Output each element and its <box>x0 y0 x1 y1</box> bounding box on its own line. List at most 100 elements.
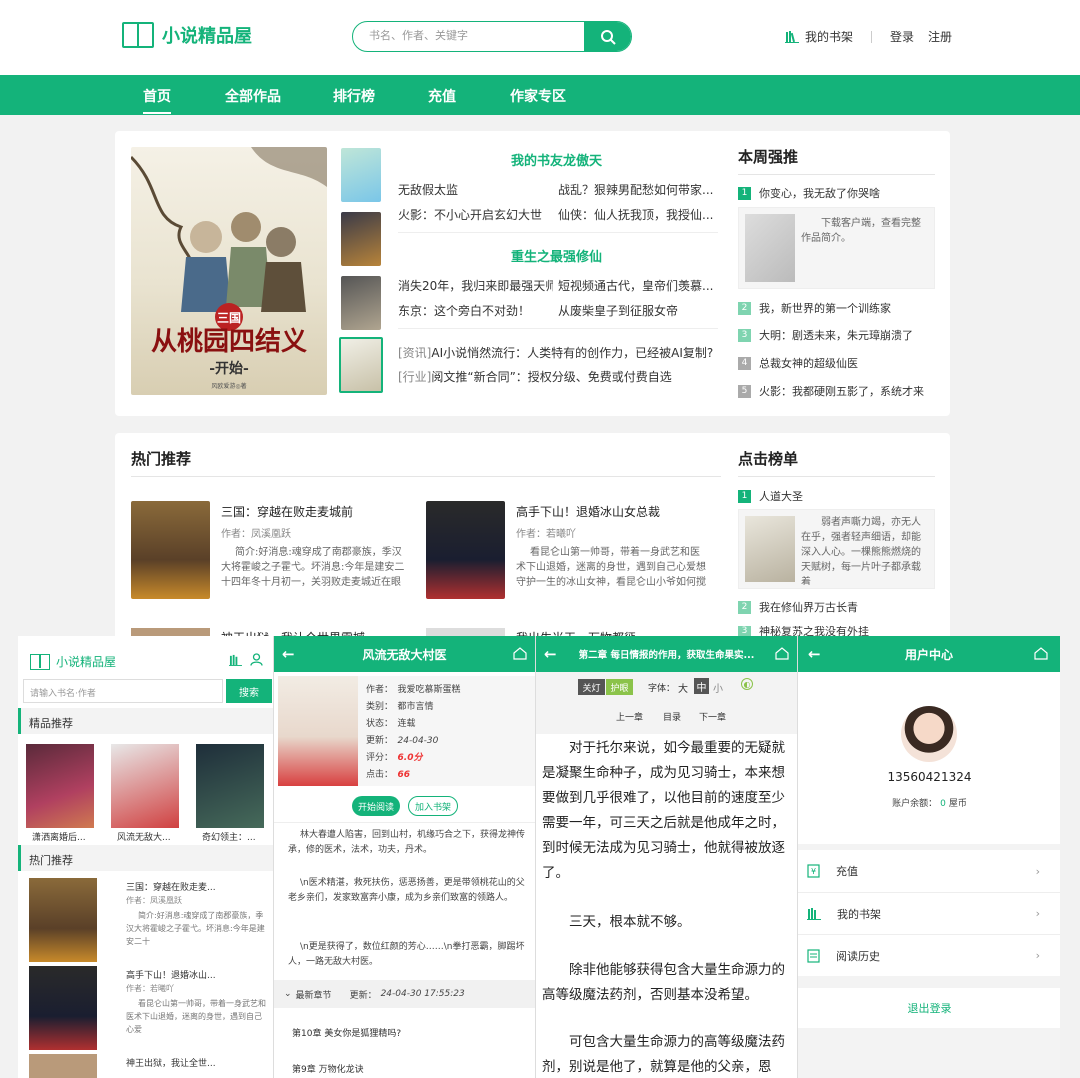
font-mid-button[interactable]: 中 <box>694 678 709 694</box>
weekly-rank-item[interactable]: 5 火影：我都硬刚五影了，系统才来 <box>738 383 924 399</box>
home-icon[interactable] <box>513 647 527 660</box>
thumb-cover-selected[interactable] <box>339 337 383 393</box>
light-off-button[interactable]: 关灯 <box>578 679 605 695</box>
book-link[interactable]: 消失20年，我归来即最强天师 <box>398 277 553 294</box>
font-big-button[interactable]: 大 <box>678 680 688 695</box>
chapter-link[interactable]: 第9章 万物化龙诀 <box>292 1062 364 1075</box>
search-button[interactable] <box>584 22 631 51</box>
back-arrow-icon[interactable]: ← <box>808 645 821 663</box>
hot-book-title[interactable]: 高手下山！退婚冰山女总裁 <box>516 503 660 520</box>
book-cover[interactable] <box>29 966 97 1050</box>
featured-book-cover[interactable]: 三国 从桃园四结义 -开始- 风欧爱游◎著 <box>131 147 327 395</box>
next-chapter-link[interactable]: 下一章 <box>699 710 726 723</box>
hot-book-title[interactable]: 三国：穿越在败走麦城前 <box>221 503 353 520</box>
menu-reading-history[interactable]: 阅读历史 › <box>798 934 1060 976</box>
book-intro-p3: \n更是获得了，数位红颜的芳心……\n拳打恶霸，脚踢坏人，一路无敌大村医。 <box>288 942 525 967</box>
mobile-user-center-screen: ← 用户中心 13560421324 账户余额： 0 屋币 ¥ 充值 › 我的书架 … <box>797 636 1060 1078</box>
click-rank-item[interactable]: 2 我在修仙界万古长青 <box>738 599 858 615</box>
book-link[interactable]: 东京：这个旁白不对劲！ <box>398 302 548 319</box>
click-rank-item[interactable]: 3 神秘复苏之我没有外挂 <box>738 626 869 636</box>
eye-care-button[interactable]: 护眼 <box>606 679 633 695</box>
chapter-paragraph: 对于托尔来说，如今最重要的无疑就是凝聚生命种子，成为见习骑士，本来想要做到几乎很… <box>542 740 785 881</box>
chapter-link[interactable]: 第10章 美女你是狐狸精吗? <box>292 1026 401 1039</box>
user-icon[interactable] <box>250 653 263 666</box>
search-box: 书名、作者、关键字 <box>352 21 632 52</box>
thumb-cover[interactable] <box>341 148 381 202</box>
book-meta: 作者： 我爱吃慕斯蛋糕 类别： 都市言情 状态： 连载 更新： 24-04-30… <box>358 676 535 786</box>
featured-heading-2[interactable]: 重生之最强修仙 <box>511 246 602 265</box>
book-title[interactable]: 神王出狱，我让全世... <box>126 1056 216 1069</box>
main-nav: 首页 全部作品 排行榜 充值 作家专区 <box>0 75 1080 115</box>
hot-book-cover[interactable] <box>426 501 505 599</box>
nav-ranking[interactable]: 排行榜 <box>333 86 375 106</box>
nav-author-zone[interactable]: 作家专区 <box>510 86 566 106</box>
book-link[interactable]: 火影：不小心开启玄幻大世 <box>398 206 548 223</box>
mobile-logo[interactable]: 小说精品屋 <box>30 653 116 670</box>
book-cover <box>745 516 795 582</box>
register-link[interactable]: 注册 <box>928 28 952 45</box>
book-link[interactable]: 仙侠：仙人抚我顶，我授仙... <box>558 206 713 223</box>
hot-book-desc: 简介:好消息:魂穿成了南郡豪族，季汉大将霍峻之子霍弋。坏消息:今年是建安二十四年… <box>221 547 405 588</box>
book-cover[interactable] <box>29 1054 97 1078</box>
logout-button[interactable]: 退出登录 <box>798 988 1060 1028</box>
weekly-rank-item[interactable]: 1 你变心，我无敌了你哭啥 <box>738 185 880 201</box>
search-input[interactable]: 书名、作者、关键字 <box>353 22 584 51</box>
latest-chapter-bar[interactable]: ⌄ 最新章节 更新： 24-04-30 17:55:23 <box>274 980 535 1008</box>
nav-home[interactable]: 首页 <box>143 86 171 114</box>
menu-bookshelf[interactable]: 我的书架 › <box>798 892 1060 934</box>
book-title[interactable]: 潇洒离婚后... <box>32 830 86 843</box>
book-title[interactable]: 风流无敌大... <box>117 830 171 843</box>
nav-recharge[interactable]: 充值 <box>428 86 456 106</box>
weekly-preview[interactable]: 下载客户端，查看完整作品简介。 <box>738 207 935 289</box>
book-title[interactable]: 奇幻领主：... <box>202 830 256 843</box>
book-cover[interactable] <box>26 744 94 828</box>
weekly-title: 本周强推 <box>738 148 799 166</box>
add-to-shelf-button[interactable]: 加入书架 <box>408 796 458 816</box>
mobile-search-input[interactable]: 请输入书名·作者 <box>23 679 223 703</box>
book-cover[interactable] <box>111 744 179 828</box>
menu-recharge[interactable]: ¥ 充值 › <box>798 850 1060 892</box>
bookshelf-icon <box>784 31 799 43</box>
weekly-rank-item[interactable]: 2 我，新世界的第一个训练家 <box>738 300 891 316</box>
mobile-section-title: 热门推荐 <box>18 845 273 871</box>
book-desc: 看昆仑山第一帅哥，带着一身武艺和医术下山退婚，迷离的身世，遇到自己心爱 <box>126 999 266 1034</box>
toc-link[interactable]: 目录 <box>663 710 681 723</box>
home-icon[interactable] <box>775 647 789 660</box>
hot-book-cover[interactable] <box>131 501 210 599</box>
bookshelf-icon[interactable] <box>229 654 242 666</box>
divider <box>398 232 718 233</box>
mobile-search-button[interactable]: 搜索 <box>226 679 272 703</box>
book-cover[interactable] <box>196 744 264 828</box>
book-link[interactable]: 战乱？狠辣男配愁如何带家... <box>558 181 713 198</box>
home-icon[interactable] <box>1034 647 1048 660</box>
news-item[interactable]: [资讯]AI小说悄然流行：人类特有的创作力，已经被AI复制? <box>398 344 718 361</box>
start-reading-button[interactable]: 开始阅读 <box>352 796 400 816</box>
book-link[interactable]: 短视频通古代，皇帝们羡慕... <box>558 277 713 294</box>
nav-all-works[interactable]: 全部作品 <box>225 86 281 106</box>
thumb-cover[interactable] <box>341 212 381 266</box>
login-link[interactable]: 登录 <box>890 28 914 45</box>
voice-icon[interactable]: ◐ <box>741 678 753 690</box>
chevron-right-icon: › <box>1035 907 1040 920</box>
book-link[interactable]: 从废柴皇子到征服女帝 <box>558 302 713 319</box>
hot-book-author: 作者：若曦吖 <box>516 529 576 540</box>
avatar[interactable] <box>901 706 957 762</box>
click-preview[interactable]: 弱者声嘶力竭，亦无人在乎，强者轻声细语，却能深入人心。一棵熊熊燃烧的天赋树，每一… <box>738 509 935 589</box>
book-cover[interactable] <box>29 878 97 962</box>
click-rank-item[interactable]: 1 人道大圣 <box>738 488 803 504</box>
book-title[interactable]: 高手下山！退婚冰山... <box>126 968 216 981</box>
featured-heading-1[interactable]: 我的书友龙傲天 <box>511 150 602 169</box>
weekly-rank-item[interactable]: 4 总裁女神的超级仙医 <box>738 355 858 371</box>
bookshelf-link[interactable]: 我的书架 <box>805 28 853 45</box>
font-small-button[interactable]: 小 <box>713 680 723 695</box>
site-logo[interactable]: 小说精品屋 <box>122 22 252 48</box>
book-title[interactable]: 三国：穿越在败走麦... <box>126 880 216 893</box>
weekly-rank-item[interactable]: 3 大明：剧透未来，朱元璋崩溃了 <box>738 327 913 343</box>
news-item[interactable]: [行业]阅文推“新合同”：授权分级、免费或付费自选 <box>398 368 718 385</box>
back-arrow-icon[interactable]: ← <box>544 645 557 663</box>
back-arrow-icon[interactable]: ← <box>282 645 295 663</box>
book-logo-icon <box>122 22 154 48</box>
prev-chapter-link[interactable]: 上一章 <box>616 710 643 723</box>
thumb-cover[interactable] <box>341 276 381 330</box>
book-link[interactable]: 无敌假太监 <box>398 181 548 198</box>
